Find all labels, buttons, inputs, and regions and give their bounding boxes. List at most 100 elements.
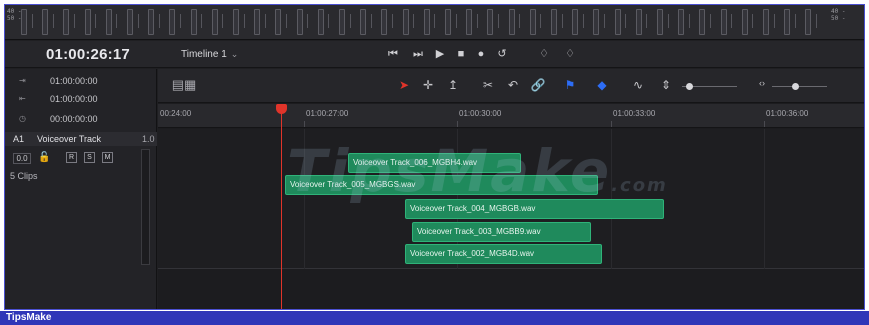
meter-segment — [21, 9, 27, 35]
out-point-icon: ⇤ — [19, 94, 26, 103]
undo-arc-icon[interactable]: ↶ — [505, 78, 521, 92]
meter-segment — [508, 9, 515, 35]
meter-segment — [434, 14, 436, 28]
meter-segment — [148, 9, 155, 35]
meter-segment — [180, 14, 181, 28]
current-timecode: 01:00:26:17 — [46, 46, 130, 63]
meter-segment — [688, 14, 690, 28]
audio-clip[interactable]: Voiceover Track_006_MGBH4.wav — [348, 153, 521, 173]
meter-segment — [635, 9, 642, 35]
zoom-slider[interactable] — [682, 83, 737, 90]
snap-icon[interactable]: ♢ — [561, 46, 579, 62]
stop-icon[interactable]: ■ — [452, 46, 470, 62]
track-name[interactable]: Voiceover Track — [37, 134, 101, 144]
timeline-toolbar: ▤▦ ➤ ✛ ↥ ✂ ↶ 🔗 ⚑ ◆ ∿ ⇕ ‹› — [158, 69, 864, 103]
timeline-name: Timeline 1 — [181, 49, 227, 60]
audio-clip[interactable]: Voiceover Track_002_MGB4D.wav — [405, 244, 602, 264]
zoom-icon[interactable]: ⇕ — [658, 78, 674, 92]
meter-segment — [190, 9, 197, 35]
meter-segment — [74, 14, 75, 28]
audio-scrub-icon[interactable]: ♢ — [535, 46, 553, 62]
meter-segment — [593, 9, 600, 35]
meter-segment — [264, 14, 266, 28]
meter-label: 50 - — [831, 15, 846, 22]
meter-segment — [211, 9, 218, 35]
meter-segment — [243, 14, 245, 28]
ruler-label: 01:00:27:00 — [306, 109, 349, 118]
link-icon[interactable]: 🔗 — [530, 78, 546, 92]
grid-line — [764, 129, 765, 269]
audio-track-lane[interactable]: Voiceover Track_006_MGBH4.wav Voiceover … — [158, 129, 864, 269]
fast-forward-icon[interactable]: ⏭ — [409, 46, 427, 62]
meter-segment — [360, 9, 367, 35]
meter-segment — [137, 14, 139, 28]
meter-segment — [158, 14, 160, 28]
meter-segment — [572, 9, 579, 35]
trim-icon[interactable]: ↥ — [445, 78, 461, 92]
track-id: A1 — [13, 134, 25, 144]
timeline-panel: ▤▦ ➤ ✛ ↥ ✂ ↶ 🔗 ⚑ ◆ ∿ ⇕ ‹› 00:24:00 01:00… — [158, 69, 864, 309]
meter-segment — [646, 14, 648, 28]
loop-icon[interactable]: ↺ — [493, 46, 511, 62]
meter-segment — [127, 9, 133, 35]
height-slider[interactable] — [772, 83, 827, 90]
meter-segment — [561, 14, 563, 28]
rewind-icon[interactable]: ⏮ — [384, 46, 402, 62]
play-icon[interactable]: ▶ — [431, 46, 449, 62]
pointer-icon[interactable]: ➤ — [396, 78, 412, 92]
meter-segment — [614, 9, 621, 35]
meter-segment — [423, 9, 430, 35]
meter-segment — [233, 9, 239, 35]
meter-segment — [582, 14, 584, 28]
meter-segment — [339, 9, 345, 35]
meter-segment — [476, 14, 478, 28]
crosshair-icon[interactable]: ✛ — [420, 78, 436, 92]
meter-label: 50 - — [7, 15, 22, 22]
audio-meter-strip: 40 - 50 - 40 - 50 - — [5, 5, 864, 40]
meter-segment — [328, 14, 330, 28]
audio-clip[interactable]: Voiceover Track_004_MGBGB.wav — [405, 199, 664, 219]
expand-icon[interactable]: ‹› — [754, 78, 770, 88]
flag-icon[interactable]: ⚑ — [562, 78, 578, 92]
meter-segment — [63, 9, 70, 35]
playhead-line[interactable] — [281, 108, 282, 309]
record-arm-button[interactable]: R — [66, 152, 77, 163]
timeline-view-icon[interactable]: ▤▦ — [164, 77, 204, 93]
meter-segment — [317, 9, 324, 35]
audio-clip[interactable]: Voiceover Track_005_MGBGS.wav — [285, 175, 598, 195]
ruler-tick — [764, 121, 765, 127]
meter-segment — [667, 14, 669, 28]
meter-segment — [286, 14, 287, 28]
meter-segment — [222, 14, 224, 28]
meter-segment — [657, 9, 663, 35]
mute-button[interactable]: M — [102, 152, 113, 163]
record-icon[interactable]: ● — [472, 46, 490, 62]
timeline-ruler[interactable]: 00:24:00 01:00:27:00 01:00:30:00 01:00:3… — [158, 104, 864, 128]
meter-segment — [816, 14, 817, 28]
ruler-tick — [304, 121, 305, 127]
timeline-selector[interactable]: Timeline 1 ⌄ — [181, 49, 238, 60]
ruler-tick — [457, 121, 458, 127]
meter-segment — [731, 14, 733, 28]
waveform-icon[interactable]: ∿ — [630, 78, 646, 92]
track-header-panel: ⇥ 01:00:00:00 ⇤ 01:00:00:00 ◷ 00:00:00:0… — [5, 69, 157, 309]
meter-scale-right: 40 - 50 - — [831, 8, 845, 22]
header-bar: 01:00:26:17 Timeline 1 ⌄ ⏮ ⏭ ▶ ■ ● ↺ ♢ ♢ — [5, 41, 864, 68]
marker-icon[interactable]: ◆ — [594, 78, 610, 92]
track-header-a1[interactable]: A1 Voiceover Track 1.0 — [5, 132, 157, 146]
meter-segment — [805, 9, 812, 35]
meter-segment — [752, 14, 754, 28]
track-volume-field[interactable]: 0.0 — [13, 153, 31, 164]
meter-segment — [773, 14, 775, 28]
meter-segment — [445, 9, 451, 35]
lock-icon[interactable]: 🔓 — [38, 152, 50, 163]
audio-clip[interactable]: Voiceover Track_003_MGBB9.wav — [412, 222, 591, 242]
solo-button[interactable]: S — [84, 152, 95, 163]
track-controls: 0.0 🔓 R S M 5 Clips — [5, 147, 157, 267]
meter-segment — [296, 9, 303, 35]
track-channels: 1.0 — [142, 134, 155, 144]
empty-track-area[interactable] — [158, 270, 864, 309]
out-point-value: 01:00:00:00 — [50, 94, 98, 104]
meter-segment — [84, 9, 91, 35]
razor-icon[interactable]: ✂ — [480, 78, 496, 92]
